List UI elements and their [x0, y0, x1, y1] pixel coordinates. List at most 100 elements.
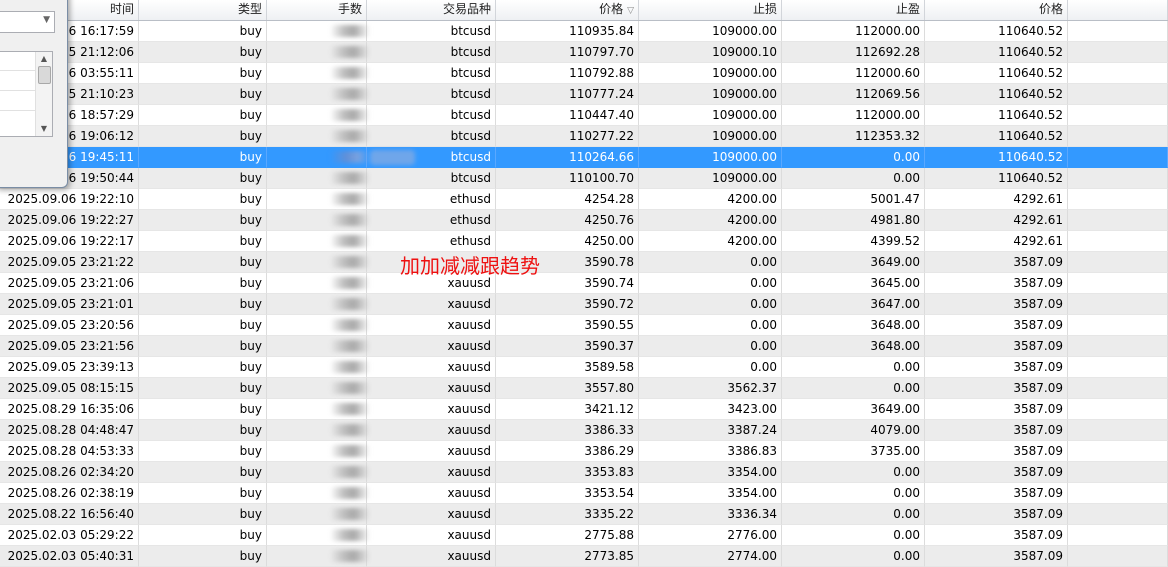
- cell-take-profit: 3649.00: [782, 252, 925, 273]
- cell-symbol: btcusd: [367, 42, 496, 63]
- redacted-lots: [330, 25, 370, 37]
- cell-stop-loss: 0.00: [639, 294, 782, 315]
- cell-current-price: 110640.52: [925, 84, 1068, 105]
- cell-symbol: ethusd: [367, 210, 496, 231]
- table-row[interactable]: 2025.09.05 08:15:15 buy xauusd 3557.80 3562.…: [0, 378, 1168, 399]
- cell-current-price: 110640.52: [925, 147, 1068, 168]
- cell-time: 2025.09.05 23:20:56: [0, 315, 139, 336]
- cell-filler: [1068, 63, 1168, 84]
- table-row[interactable]: 2025.09.05 23:21:06 buy xauusd 3590.74 0.00 3…: [0, 273, 1168, 294]
- redacted-lots: [330, 298, 370, 310]
- table-row[interactable]: 2025.08.29 16:35:06 buy xauusd 3421.12 3423.…: [0, 399, 1168, 420]
- table-row[interactable]: 06 03:55:11 buy btcusd 110792.88 109000.00 11…: [0, 63, 1168, 84]
- table-row[interactable]: 05 21:12:06 buy btcusd 110797.70 109000.10 11…: [0, 42, 1168, 63]
- redacted-lots: [330, 508, 370, 520]
- cell-stop-loss: 3386.83: [639, 441, 782, 462]
- cell-take-profit: 0.00: [782, 168, 925, 189]
- table-row[interactable]: 2025.08.22 16:56:40 buy xauusd 3335.22 3336.…: [0, 504, 1168, 525]
- cell-current-price: 3587.09: [925, 336, 1068, 357]
- table-row[interactable]: 2025.09.05 23:21:01 buy xauusd 3590.72 0.00 3…: [0, 294, 1168, 315]
- cell-current-price: 3587.09: [925, 483, 1068, 504]
- table-row[interactable]: 2025.09.05 23:20:56 buy xauusd 3590.55 0.00 3…: [0, 315, 1168, 336]
- column-header-price[interactable]: 价格 ▽: [496, 0, 639, 20]
- scroll-thumb[interactable]: [38, 66, 51, 84]
- dialog-listbox[interactable]: ▲ ▼: [0, 51, 53, 137]
- overlapping-dialog[interactable]: ▼ ▲ ▼: [0, 0, 68, 188]
- cell-price: 110935.84: [496, 21, 639, 42]
- cell-take-profit: 112000.00: [782, 105, 925, 126]
- cell-filler: [1068, 357, 1168, 378]
- cell-type: buy: [139, 504, 267, 525]
- table-row[interactable]: 2025.09.05 23:39:13 buy xauusd 3589.58 0.00 0…: [0, 357, 1168, 378]
- cell-symbol: xauusd: [367, 483, 496, 504]
- cell-price: 110100.70: [496, 168, 639, 189]
- cell-filler: [1068, 273, 1168, 294]
- cell-current-price: 3587.09: [925, 357, 1068, 378]
- cell-current-price: 3587.09: [925, 420, 1068, 441]
- column-header-symbol[interactable]: 交易品种: [367, 0, 496, 20]
- cell-stop-loss: 3423.00: [639, 399, 782, 420]
- cell-current-price: 4292.61: [925, 210, 1068, 231]
- table-row-selected[interactable]: 06 19:45:11 buy btcusd 110264.66 109000.00 0.…: [0, 147, 1168, 168]
- cell-time: 2025.02.03 05:40:31: [0, 546, 139, 567]
- cell-price: 3421.12: [496, 399, 639, 420]
- column-header-filler: [1068, 0, 1168, 20]
- cell-symbol: btcusd: [367, 126, 496, 147]
- redacted-lots: [330, 340, 370, 352]
- cell-take-profit: 112000.00: [782, 21, 925, 42]
- table-row[interactable]: 2025.09.06 19:22:10 buy ethusd 4254.28 4200.…: [0, 189, 1168, 210]
- table-row[interactable]: 2025.02.03 05:29:22 buy xauusd 2775.88 2776.…: [0, 525, 1168, 546]
- column-header-stop-loss[interactable]: 止损: [639, 0, 782, 20]
- table-row[interactable]: 06 18:57:29 buy btcusd 110447.40 109000.00 11…: [0, 105, 1168, 126]
- table-row[interactable]: 2025.09.05 23:21:56 buy xauusd 3590.37 0.00 3…: [0, 336, 1168, 357]
- cell-take-profit: 3735.00: [782, 441, 925, 462]
- dialog-combobox[interactable]: ▼: [0, 11, 55, 33]
- list-scrollbar[interactable]: ▲ ▼: [35, 52, 52, 136]
- cell-price: 3386.33: [496, 420, 639, 441]
- column-header-current-price[interactable]: 价格: [925, 0, 1068, 20]
- column-header-take-profit[interactable]: 止盈: [782, 0, 925, 20]
- cell-stop-loss: 0.00: [639, 252, 782, 273]
- table-row[interactable]: 2025.08.26 02:38:19 buy xauusd 3353.54 3354.…: [0, 483, 1168, 504]
- cell-symbol: xauusd: [367, 441, 496, 462]
- scroll-up-icon[interactable]: ▲: [36, 52, 52, 66]
- cell-current-price: 3587.09: [925, 462, 1068, 483]
- cell-price: 3589.58: [496, 357, 639, 378]
- table-row[interactable]: 06 16:17:59 buy btcusd 110935.84 109000.00 11…: [0, 21, 1168, 42]
- cell-take-profit: 0.00: [782, 546, 925, 567]
- cell-take-profit: 3645.00: [782, 273, 925, 294]
- redacted-lots: [330, 361, 370, 373]
- cell-symbol: xauusd: [367, 504, 496, 525]
- table-row[interactable]: 06 19:06:12 buy btcusd 110277.22 109000.00 11…: [0, 126, 1168, 147]
- cell-current-price: 110640.52: [925, 21, 1068, 42]
- column-header-lots[interactable]: 手数: [267, 0, 367, 20]
- cell-stop-loss: 109000.00: [639, 105, 782, 126]
- table-row[interactable]: 2025.09.06 19:22:27 buy ethusd 4250.76 4200.…: [0, 210, 1168, 231]
- cell-filler: [1068, 399, 1168, 420]
- table-row[interactable]: 05 21:10:23 buy btcusd 110777.24 109000.00 11…: [0, 84, 1168, 105]
- annotation-text: 加加减减跟趋势: [400, 254, 540, 278]
- cell-current-price: 3587.09: [925, 504, 1068, 525]
- cell-take-profit: 0.00: [782, 525, 925, 546]
- cell-filler: [1068, 420, 1168, 441]
- cell-time: 2025.09.05 23:21:06: [0, 273, 139, 294]
- table-row[interactable]: 2025.09.06 19:22:17 buy ethusd 4250.00 4200.…: [0, 231, 1168, 252]
- table-row[interactable]: 2025.08.28 04:48:47 buy xauusd 3386.33 3387.…: [0, 420, 1168, 441]
- table-row[interactable]: 2025.08.26 02:34:20 buy xauusd 3353.83 3354.…: [0, 462, 1168, 483]
- cell-price: 4254.28: [496, 189, 639, 210]
- table-row[interactable]: 2025.08.28 04:53:33 buy xauusd 3386.29 3386.…: [0, 441, 1168, 462]
- chevron-down-icon[interactable]: ▼: [43, 15, 50, 25]
- cell-type: buy: [139, 483, 267, 504]
- table-row[interactable]: 2025.09.05 23:21:22 buy 3590.78 0.00 3649.00…: [0, 252, 1168, 273]
- cell-stop-loss: 2774.00: [639, 546, 782, 567]
- cell-stop-loss: 0.00: [639, 273, 782, 294]
- cell-current-price: 3587.09: [925, 273, 1068, 294]
- cell-stop-loss: 2776.00: [639, 525, 782, 546]
- column-header-type[interactable]: 类型: [139, 0, 267, 20]
- table-row[interactable]: 2025.02.03 05:40:31 buy xauusd 2773.85 2774.…: [0, 546, 1168, 567]
- cell-type: buy: [139, 462, 267, 483]
- scroll-down-icon[interactable]: ▼: [36, 122, 52, 136]
- table-row[interactable]: 06 19:50:44 buy btcusd 110100.70 109000.00 0.…: [0, 168, 1168, 189]
- cell-filler: [1068, 504, 1168, 525]
- cell-current-price: 4292.61: [925, 189, 1068, 210]
